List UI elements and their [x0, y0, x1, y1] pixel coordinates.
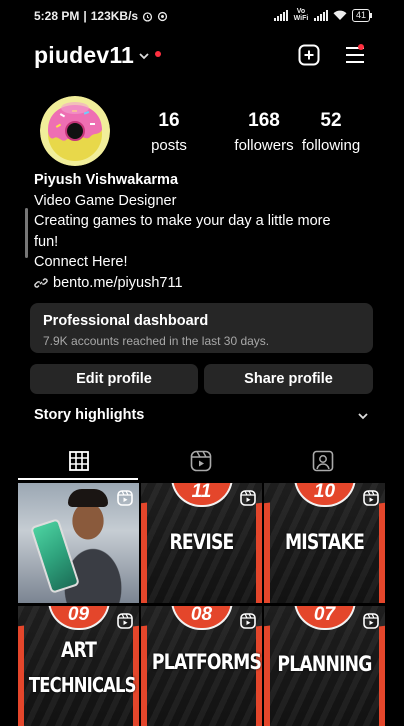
notification-dot [155, 51, 161, 57]
status-bar: 5:28 PM | 123KB/s Vo WiFi 41 [0, 0, 404, 32]
wifi-icon [333, 10, 347, 20]
username[interactable]: piudev11 [34, 42, 134, 69]
bio-line: fun! [34, 233, 59, 250]
following-stat[interactable]: 52 following [296, 110, 366, 154]
reel-badge-icon [117, 490, 133, 506]
post-thumbnail[interactable]: 11 REVISE [141, 483, 262, 603]
tab-posts[interactable] [12, 442, 146, 480]
plus-square-icon[interactable] [298, 44, 320, 66]
link-icon [34, 278, 48, 288]
bio-link[interactable]: bento.me/piyush711 [34, 273, 384, 294]
edit-profile-button[interactable]: Edit profile [30, 364, 198, 394]
reel-badge-icon [363, 490, 379, 506]
posts-grid-icon [69, 451, 89, 471]
scroll-indicator [25, 208, 28, 258]
tab-reels[interactable] [134, 442, 268, 480]
chevron-down-icon[interactable] [139, 52, 149, 60]
post-title: PLATFORMS [151, 650, 262, 674]
reels-icon [190, 450, 212, 472]
chevron-down-icon[interactable] [358, 412, 368, 420]
battery-indicator: 41 [351, 8, 373, 22]
post-thumbnail[interactable]: 09 ART TECHNICALS [18, 606, 139, 726]
cell-signal-2-icon [313, 9, 328, 21]
post-title-line: ART [60, 638, 97, 662]
post-title: PLANNING [277, 652, 372, 676]
tab-tagged[interactable] [256, 442, 390, 480]
post-thumbnail[interactable] [18, 483, 139, 603]
vowifi-label: Vo WiFi [293, 8, 309, 22]
posts-grid: 11 REVISE 10 MISTAKE 09 ART TECHNICALS 0… [18, 483, 386, 726]
alarm-icon [143, 11, 153, 22]
reel-badge-icon [363, 613, 379, 629]
bio-link-text: bento.me/piyush711 [53, 274, 183, 291]
profile-header: piudev11 [0, 36, 404, 76]
menu-notification-dot [358, 44, 364, 50]
reel-badge-icon [240, 613, 256, 629]
active-tab-indicator [18, 478, 138, 480]
clock: 5:28 PM [34, 9, 80, 23]
posts-label: posts [151, 137, 187, 154]
share-profile-button[interactable]: Share profile [204, 364, 373, 394]
post-title-line: TECHNICALS [28, 673, 137, 697]
professional-dashboard-card[interactable]: Professional dashboard 7.9K accounts rea… [30, 303, 373, 353]
donut-avatar-icon [40, 96, 110, 166]
network-speed: 123KB/s [90, 9, 139, 23]
cell-signal-icon [273, 9, 288, 21]
post-thumbnail[interactable]: 07 PLANNING [264, 606, 385, 726]
story-highlights-label[interactable]: Story highlights [34, 407, 144, 423]
profile-tabs [0, 442, 404, 480]
episode-number: 08 [170, 606, 233, 630]
reel-badge-icon [240, 490, 256, 506]
post-thumbnail[interactable]: 10 MISTAKE [264, 483, 385, 603]
posts-stat[interactable]: 16 posts [142, 110, 196, 154]
episode-number: 07 [293, 606, 356, 630]
bio-line: Connect Here! [34, 254, 128, 271]
display-name: Piyush Vishwakarma [34, 172, 179, 188]
profile-bio: Piyush Vishwakarma Video Game Designer C… [34, 170, 384, 294]
following-count: 52 [320, 110, 342, 131]
bio-line: Creating games to make your day a little… [34, 213, 331, 230]
reel-badge-icon [117, 613, 133, 629]
episode-number: 11 [170, 483, 233, 507]
post-title: MISTAKE [284, 530, 365, 554]
profile-avatar[interactable] [40, 96, 110, 166]
following-label: following [301, 137, 361, 154]
episode-number: 10 [293, 483, 356, 507]
episode-number: 09 [47, 606, 110, 630]
profile-category: Video Game Designer [34, 192, 177, 209]
post-title: REVISE [169, 530, 234, 554]
dashboard-title: Professional dashboard [43, 313, 209, 329]
posts-count: 16 [158, 110, 180, 131]
sync-icon [158, 11, 168, 21]
post-thumbnail[interactable]: 08 PLATFORMS [141, 606, 262, 726]
dashboard-subtitle: 7.9K accounts reached in the last 30 day… [43, 334, 270, 348]
tagged-icon [312, 450, 334, 472]
